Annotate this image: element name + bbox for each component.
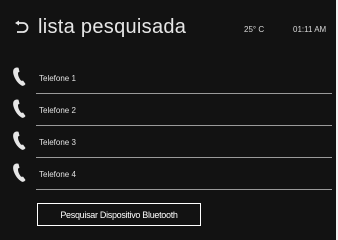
phone-icon [13, 131, 26, 150]
phone-icon [13, 99, 26, 118]
search-bluetooth-device-button[interactable]: Pesquisar Dispositivo Bluetooth [37, 203, 201, 226]
bluetooth-search-screen: lista pesquisada 25° C 01:11 AM Telefone… [0, 0, 338, 240]
back-arrow-icon [15, 20, 29, 33]
phone-icon [13, 163, 26, 182]
temperature-readout: 25° C [244, 25, 265, 34]
device-label: Telefone 4 [39, 170, 76, 179]
clock-readout: 01:11 AM [293, 25, 327, 34]
device-label: Telefone 2 [39, 106, 76, 115]
header-bar: lista pesquisada 25° C 01:11 AM [0, 0, 338, 58]
page-title: lista pesquisada [38, 16, 187, 38]
device-row-telefone-1[interactable]: Telefone 1 [0, 62, 338, 94]
back-button[interactable] [13, 20, 29, 36]
phone-icon [13, 67, 26, 86]
device-label: Telefone 3 [39, 138, 76, 147]
device-row-telefone-3[interactable]: Telefone 3 [0, 126, 338, 158]
device-row-telefone-2[interactable]: Telefone 2 [0, 94, 338, 126]
device-row-telefone-4[interactable]: Telefone 4 [0, 158, 338, 190]
device-label: Telefone 1 [39, 74, 76, 83]
row-divider [36, 189, 332, 190]
